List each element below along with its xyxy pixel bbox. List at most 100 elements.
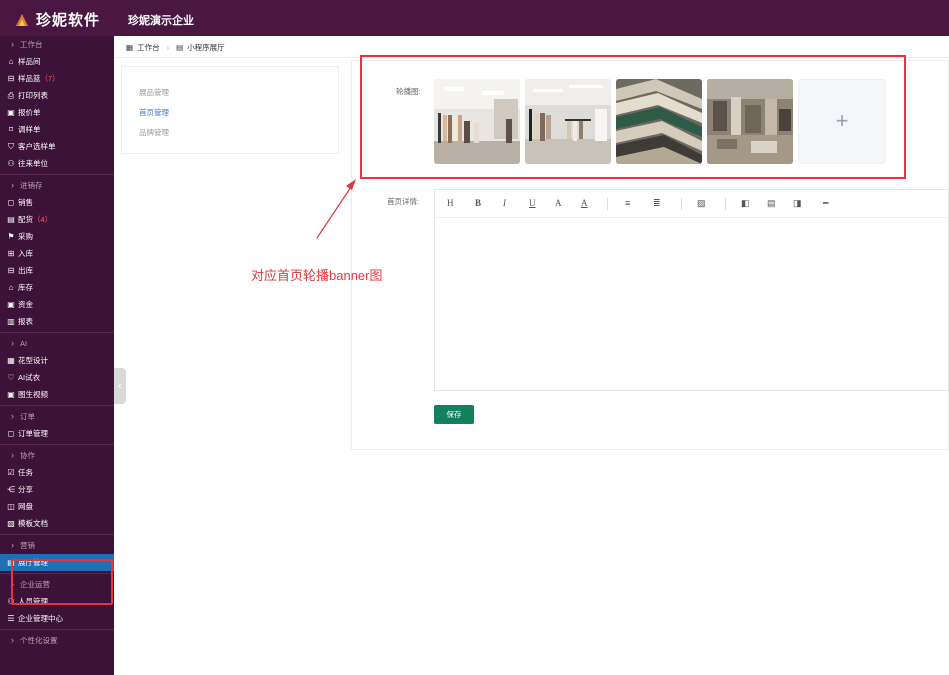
- sample-box-icon: ⊟: [7, 74, 15, 83]
- sidebar-item-badge: （4）: [33, 215, 53, 224]
- sidebar-item[interactable]: ⚇ 往来单位: [0, 155, 114, 172]
- sidebar-item-label: 网盘: [18, 502, 33, 511]
- background-color-button[interactable]: A: [581, 198, 588, 208]
- sidebar-item[interactable]: ♡ AI试衣: [0, 369, 114, 386]
- sidebar-item-label: 样品篮: [18, 74, 41, 83]
- sidebar-item[interactable]: ⎙ 打印列表: [0, 87, 114, 104]
- sidebar-divider: [0, 332, 114, 333]
- italic-button[interactable]: I: [503, 198, 506, 208]
- detail-label: 首页详情:: [387, 197, 420, 206]
- sidebar-item[interactable]: ⚑ 采购: [0, 228, 114, 245]
- sales-icon: ◻: [7, 198, 15, 207]
- sidebar-item[interactable]: ▣ 图生视频: [0, 386, 114, 403]
- align-right-button[interactable]: ◨: [793, 198, 802, 209]
- sidebar-item[interactable]: ▣ 资金: [0, 296, 114, 313]
- sidebar-item-label: 采购: [18, 232, 33, 241]
- font-color-button[interactable]: A: [555, 198, 562, 208]
- sidebar-item-label: 入库: [18, 249, 33, 258]
- template-icon: ▧: [7, 519, 15, 528]
- sidebar-item-label: AI试衣: [18, 373, 41, 382]
- sidebar-item[interactable]: ▤ 配货（4）: [0, 211, 114, 228]
- save-button[interactable]: 保存: [434, 405, 474, 424]
- sidebar-item[interactable]: ▥ 报表: [0, 313, 114, 330]
- editor-toolbar: H B I U A A ≡ ≣ ▨ ◧ ▤ ◨ ━: [435, 190, 948, 218]
- unordered-list-button[interactable]: ≣: [653, 198, 661, 209]
- heading-button[interactable]: H: [447, 198, 454, 208]
- sidebar-group-title[interactable]: 进销存: [0, 177, 114, 194]
- subnav-item-homepage[interactable]: 首页管理: [139, 107, 169, 118]
- sidebar-item-label: 报价单: [18, 108, 41, 117]
- divider-button[interactable]: ━: [823, 198, 828, 209]
- rich-text-editor[interactable]: H B I U A A ≡ ≣ ▨ ◧ ▤ ◨ ━: [434, 189, 949, 391]
- purchase-icon: ⚑: [7, 232, 15, 241]
- task-icon: ☑: [7, 468, 15, 477]
- home-icon: ⌂: [8, 57, 14, 66]
- cart-icon: ⛉: [8, 142, 14, 151]
- sidebar-item-label: 订单管理: [18, 429, 48, 438]
- sidebar-item-label: 分享: [18, 485, 33, 494]
- sidebar-item[interactable]: ⌂ 库存: [0, 279, 114, 296]
- banner-highlight-frame: [360, 55, 906, 179]
- sidebar-item-label: 客户选样单: [18, 142, 56, 151]
- printer-icon: ⎙: [7, 91, 15, 100]
- top-bar: 珍妮软件 珍妮演示企业: [0, 0, 949, 36]
- sidebar-group-title[interactable]: 个性化设置: [0, 632, 114, 649]
- bold-button[interactable]: B: [475, 198, 481, 208]
- sidebar-item[interactable]: ⛉ 客户选样单: [0, 138, 114, 155]
- sidebar-group-title[interactable]: 订单: [0, 408, 114, 425]
- sidebar-item-label: 任务: [18, 468, 33, 477]
- subnav-item-exhibits[interactable]: 展品管理: [139, 87, 169, 98]
- sidebar-item[interactable]: ☰ 企业管理中心: [0, 610, 114, 627]
- sidebar-item[interactable]: ◫ 网盘: [0, 498, 114, 515]
- align-center-button[interactable]: ▤: [767, 198, 776, 209]
- sidebar-item-label: 报表: [18, 317, 33, 326]
- sidebar-group-title[interactable]: 工作台: [0, 36, 114, 53]
- sidebar-item-label: 打印列表: [18, 91, 48, 100]
- sidebar-group-title[interactable]: 协作: [0, 447, 114, 464]
- sidebar-item[interactable]: ⌑ 调样单: [0, 121, 114, 138]
- sidebar-item-label: 花型设计: [18, 356, 48, 365]
- sidebar-group-title[interactable]: 营销: [0, 537, 114, 554]
- align-left-button[interactable]: ◧: [741, 198, 750, 209]
- enterprise-icon: ☰: [7, 614, 15, 623]
- breadcrumb-current: 小程序展厅: [187, 43, 225, 52]
- underline-button[interactable]: U: [529, 198, 536, 208]
- sidebar-item-label: 配货: [18, 215, 33, 224]
- sidebar-item[interactable]: ▧ 模板文档: [0, 515, 114, 532]
- subnav-item-brand[interactable]: 品牌管理: [139, 127, 169, 138]
- sidebar-divider: [0, 534, 114, 535]
- annotation-text: 对应首页轮播banner图: [251, 268, 383, 283]
- quote-icon: ▣: [7, 108, 15, 117]
- company-name: 珍妮演示企业: [128, 15, 194, 27]
- ordered-list-button[interactable]: ≡: [625, 198, 630, 208]
- brand-name: 珍妮软件: [36, 12, 101, 29]
- sidebar-item[interactable]: ⊟ 样品篮（7）: [0, 70, 114, 87]
- video-icon: ▣: [7, 390, 15, 399]
- sidebar-item[interactable]: ⌂ 样品间: [0, 53, 114, 70]
- tag-icon: ⌑: [8, 125, 14, 134]
- sidebar-item[interactable]: ◻ 销售: [0, 194, 114, 211]
- sidebar-item[interactable]: ◻ 订单管理: [0, 425, 114, 442]
- sidebar-item[interactable]: ☑ 任务: [0, 464, 114, 481]
- brand-logo[interactable]: 珍妮软件: [14, 9, 100, 30]
- sidebar-item[interactable]: ▣ 报价单: [0, 104, 114, 121]
- page-icon: ▤: [176, 43, 184, 52]
- share-icon: ⋲: [7, 485, 15, 494]
- sidebar-collapse-handle[interactable]: ‹: [114, 368, 126, 404]
- sidebar-item-label: 库存: [18, 283, 33, 292]
- breadcrumb-home[interactable]: 工作台: [137, 42, 160, 53]
- sidebar-item[interactable]: ⊞ 入库: [0, 245, 114, 262]
- sidebar-divider: [0, 405, 114, 406]
- sidebar-item-label: 出库: [18, 266, 33, 275]
- image-button[interactable]: ▨: [697, 198, 706, 209]
- sidebar-item[interactable]: ▦ 花型设计: [0, 352, 114, 369]
- sidebar-group-title[interactable]: AI: [0, 335, 114, 352]
- sidebar-divider: [0, 629, 114, 630]
- sidebar-item[interactable]: ⋲ 分享: [0, 481, 114, 498]
- toolbar-separator: [607, 198, 608, 210]
- sidebar-item-label: 调样单: [18, 125, 41, 134]
- sidebar-item[interactable]: ⊟ 出库: [0, 262, 114, 279]
- showroom-subnav: 展品管理 首页管理 品牌管理: [121, 66, 339, 154]
- grid-icon: ▦: [126, 43, 134, 52]
- stock-in-icon: ⊞: [7, 249, 15, 258]
